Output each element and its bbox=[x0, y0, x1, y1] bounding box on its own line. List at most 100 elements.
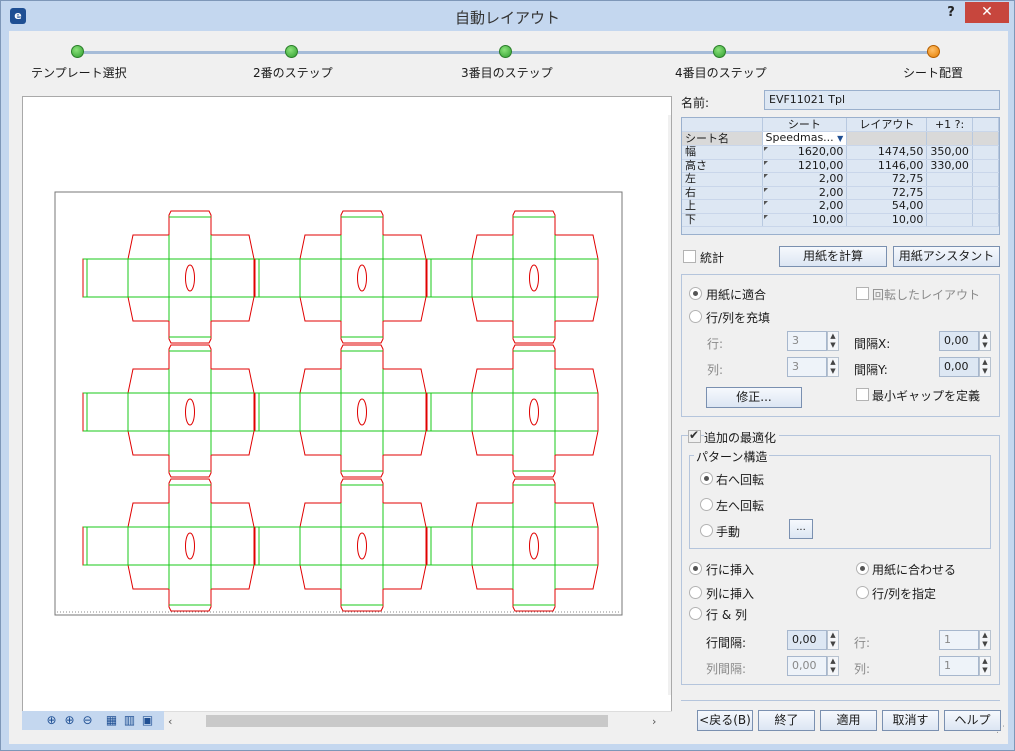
fit-height-icon[interactable]: ▥ bbox=[122, 713, 137, 728]
grid-cell-extra: 350,00 bbox=[926, 145, 973, 160]
step-dot-2[interactable] bbox=[285, 45, 298, 58]
opt-col-spinner[interactable]: ▲ ▼ bbox=[979, 656, 991, 676]
image-icon[interactable]: ▣ bbox=[140, 713, 155, 728]
col-gap-input[interactable]: 0,00 bbox=[787, 656, 827, 676]
fit-row-spinner[interactable]: ▲ ▼ bbox=[827, 331, 839, 351]
step-label-2: 2番のステップ bbox=[253, 66, 333, 80]
vertical-scrollbar[interactable]: ▲ ▼ bbox=[668, 115, 672, 695]
grid-cell-extra bbox=[926, 186, 973, 200]
specify-rows-cols-radio[interactable] bbox=[856, 586, 869, 599]
min-gap-checkbox[interactable] bbox=[856, 388, 869, 401]
grid-cell-sheet[interactable]: 10,00 bbox=[762, 213, 848, 227]
sheet-name-dropdown[interactable]: Speedmas... ▼ bbox=[762, 131, 848, 146]
row-gap-spinner[interactable]: ▲ ▼ bbox=[827, 630, 839, 650]
fit-to-paper-radio[interactable] bbox=[856, 562, 869, 575]
fit-row-input[interactable]: 3 bbox=[787, 331, 827, 351]
name-field[interactable]: EVF11021 Tpl bbox=[764, 90, 1000, 110]
step-label-1: テンプレート選択 bbox=[31, 66, 127, 80]
grid-cell-sheet[interactable]: 2,00 bbox=[762, 186, 848, 200]
rotated-layout-checkbox[interactable] bbox=[856, 287, 869, 300]
help-icon[interactable]: ? bbox=[939, 4, 963, 24]
stats-checkbox[interactable] bbox=[683, 250, 696, 263]
back-button[interactable]: <戻る(B) bbox=[697, 710, 753, 731]
grid-cell-sheet[interactable]: 1620,00 bbox=[762, 145, 848, 160]
row-gap-input[interactable]: 0,00 bbox=[787, 630, 827, 650]
resize-grip-icon[interactable]: ⋰ bbox=[991, 726, 1005, 742]
grid-cell-spacer bbox=[972, 159, 999, 173]
grid-header-extra: +1 ?: bbox=[926, 118, 973, 132]
opt-row-spinner[interactable]: ▲ ▼ bbox=[979, 630, 991, 650]
fill-rows-cols-radio[interactable] bbox=[689, 310, 702, 323]
chevron-down-icon[interactable]: ▼ bbox=[837, 134, 843, 143]
grid-cell-extra bbox=[926, 131, 973, 146]
gap-y-spinner[interactable]: ▲ ▼ bbox=[979, 357, 991, 377]
rotate-left-radio[interactable] bbox=[700, 498, 713, 511]
zoom-fit-icon[interactable]: ⊕ bbox=[44, 713, 59, 728]
grid-cell-extra bbox=[926, 172, 973, 187]
zoom-out-icon[interactable]: ⊖ bbox=[80, 713, 95, 728]
fit-col-input[interactable]: 3 bbox=[787, 357, 827, 377]
step-dot-5-current[interactable] bbox=[927, 45, 940, 58]
calc-paper-button[interactable]: 用紙を計算 bbox=[779, 246, 887, 267]
insert-row-radio[interactable] bbox=[689, 562, 702, 575]
close-button[interactable]: ✕ bbox=[965, 2, 1009, 23]
table-row: 上 2,00 54,00 bbox=[682, 199, 999, 214]
opt-col-input[interactable]: 1 bbox=[939, 656, 979, 676]
sheet-grid[interactable]: シート レイアウト +1 ?: シート名 Speedmas... ▼ 幅 162… bbox=[681, 117, 1000, 235]
horizontal-scroll-thumb[interactable] bbox=[206, 715, 608, 727]
manual-pattern-button[interactable]: ... bbox=[789, 519, 813, 539]
gap-x-spinner[interactable]: ▲ ▼ bbox=[979, 331, 991, 351]
gap-x-input[interactable]: 0,00 bbox=[939, 331, 979, 351]
grid-cell-spacer bbox=[972, 213, 999, 227]
optimize-checkbox[interactable] bbox=[688, 428, 701, 443]
grid-cell-sheet[interactable]: 2,00 bbox=[762, 172, 848, 187]
layout-preview[interactable]: ▲ ▼ bbox=[22, 96, 672, 729]
optimize-title: 追加の最適化 bbox=[704, 429, 780, 446]
opt-row-input[interactable]: 1 bbox=[939, 630, 979, 650]
paper-assistant-button[interactable]: 用紙アシスタント bbox=[893, 246, 1000, 267]
step-dot-4[interactable] bbox=[713, 45, 726, 58]
col-gap-spinner[interactable]: ▲ ▼ bbox=[827, 656, 839, 676]
rotate-right-label: 右へ回転 bbox=[716, 473, 765, 487]
step-connector bbox=[298, 51, 505, 54]
fit-col-spinner[interactable]: ▲ ▼ bbox=[827, 357, 839, 377]
wizard-steps: テンプレート選択 2番のステップ 3番目のステップ 4番目のステップ シート配置 bbox=[9, 31, 1008, 87]
scroll-left-icon[interactable]: ‹ bbox=[168, 715, 172, 728]
scroll-right-icon[interactable]: › bbox=[652, 715, 656, 728]
rotate-right-radio[interactable] bbox=[700, 472, 713, 485]
horizontal-scrollbar[interactable]: ‹ › bbox=[164, 711, 672, 730]
row-col-radio[interactable] bbox=[689, 607, 702, 620]
fit-paper-label: 用紙に適合 bbox=[706, 288, 767, 302]
grid-cell-label: 下 bbox=[682, 213, 763, 227]
zoom-in-icon[interactable]: ⊕ bbox=[62, 713, 77, 728]
grid-cell-layout: 54,00 bbox=[846, 199, 928, 214]
vertical-scroll-thumb[interactable] bbox=[671, 133, 672, 673]
grid-cell-label: 高さ bbox=[682, 159, 763, 173]
fit-col-label: 列: bbox=[707, 363, 724, 377]
apply-button[interactable]: 適用 bbox=[820, 710, 877, 731]
step-connector bbox=[726, 51, 933, 54]
grid-cell-sheet[interactable]: 2,00 bbox=[762, 199, 848, 214]
fit-paper-radio[interactable] bbox=[689, 287, 702, 300]
step-dot-3[interactable] bbox=[499, 45, 512, 58]
manual-radio[interactable] bbox=[700, 524, 713, 537]
step-connector bbox=[512, 51, 719, 54]
finish-button[interactable]: 終了 bbox=[758, 710, 815, 731]
grid-cell-extra: 330,00 bbox=[926, 159, 973, 173]
gap-y-input[interactable]: 0,00 bbox=[939, 357, 979, 377]
cancel-button[interactable]: 取消す bbox=[882, 710, 939, 731]
footer-divider bbox=[681, 700, 1000, 701]
modify-button[interactable]: 修正... bbox=[706, 387, 802, 408]
pattern-title: パターン構造 bbox=[694, 448, 770, 465]
fit-width-icon[interactable]: ▦ bbox=[104, 713, 119, 728]
grid-cell-sheet[interactable]: 1210,00 bbox=[762, 159, 848, 173]
step-dot-1[interactable] bbox=[71, 45, 84, 58]
row-gap-label: 行間隔: bbox=[706, 636, 747, 650]
insert-col-radio[interactable] bbox=[689, 586, 702, 599]
table-row: 高さ 1210,00 1146,00 330,00 bbox=[682, 159, 999, 173]
grid-cell-label: 左 bbox=[682, 172, 763, 187]
window-title: 自動レイアウト bbox=[454, 9, 560, 27]
grid-cell-spacer bbox=[972, 172, 999, 187]
grid-cell-extra bbox=[926, 199, 973, 214]
table-row: 右 2,00 72,75 bbox=[682, 186, 999, 200]
